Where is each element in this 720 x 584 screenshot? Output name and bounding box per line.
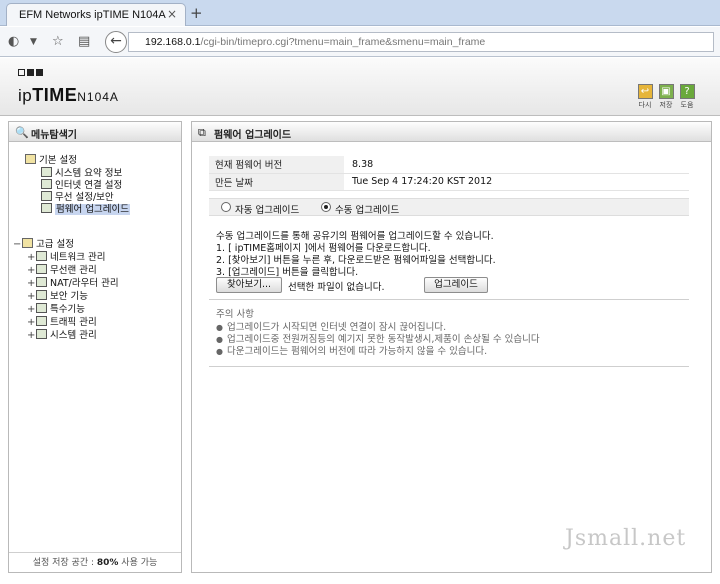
page-icon [36, 251, 47, 261]
lock-icon [36, 290, 47, 300]
help-button[interactable]: ? 도움 [678, 84, 696, 110]
expand-icon[interactable]: + [27, 317, 36, 329]
browser-tab[interactable]: EFM Networks ipTIME N104A × [6, 3, 186, 26]
tree-basic-settings[interactable]: 기본 설정 [25, 154, 77, 166]
folder-icon [25, 154, 36, 164]
url-text: 192.168.0.1/cgi-bin/timepro.cgi?tmenu=ma… [145, 36, 486, 48]
page-icon [41, 179, 52, 189]
page-icon [36, 264, 47, 274]
table-row: 만든 날짜 Tue Sep 4 17:24:20 KST 2012 [209, 173, 689, 191]
note-item: ● 다운그레이드는 펌웨어의 버전에 따라 가능하지 않을 수 있습니다. [216, 346, 488, 357]
chart-icon [36, 329, 47, 339]
notes-title: 주의 사항 [216, 309, 254, 320]
tree-item-traffic[interactable]: + 트래픽 관리 [27, 316, 97, 328]
current-version-value: 8.38 [344, 156, 689, 174]
divider [209, 366, 689, 367]
tree-item-system[interactable]: + 시스템 관리 [27, 329, 97, 341]
dropdown-chevron-icon[interactable]: ▼ [30, 37, 37, 47]
browser-toolbar: ◐ ▼ ☆ ▤ ← 192.168.0.1/cgi-bin/timepro.cg… [0, 27, 720, 57]
firmware-panel-header: ⧉ 펌웨어 업그레이드 [192, 122, 711, 142]
upgrade-mode-bar: 자동 업그레이드 수동 업그레이드 [209, 198, 689, 216]
divider [209, 299, 689, 300]
save-icon: ▣ [658, 84, 674, 99]
menu-explorer-header: 🔍 메뉴탐색기 [9, 122, 181, 142]
expand-icon[interactable]: + [27, 304, 36, 316]
tree-advanced-settings[interactable]: − 고급 설정 [13, 238, 74, 250]
refresh-button[interactable]: ↩ 다시 [636, 84, 654, 110]
watermark: Jsmall.net [565, 526, 687, 551]
page-title: 펌웨어 업그레이드 [214, 130, 292, 141]
back-button[interactable]: ← [105, 31, 127, 53]
new-tab-button[interactable]: + [190, 4, 203, 22]
auto-upgrade-label[interactable]: 자동 업그레이드 [235, 202, 299, 216]
tree-item-special[interactable]: + 특수기능 [27, 303, 85, 315]
expand-icon[interactable]: + [27, 252, 36, 264]
bookmark-star-icon[interactable]: ☆ [52, 34, 64, 49]
upgrade-button[interactable]: 업그레이드 [424, 277, 488, 293]
router-header: ipTIMEN104A ↩ 다시 ▣ 저장 ? 도움 [0, 58, 720, 116]
expand-icon[interactable]: + [27, 265, 36, 277]
auto-upgrade-radio[interactable] [221, 202, 231, 212]
browser-tab-bar: EFM Networks ipTIME N104A × + [0, 0, 720, 26]
firmware-info-table: 현재 펌웨어 버전 8.38 만든 날짜 Tue Sep 4 17:24:20 … [209, 156, 689, 191]
expand-icon[interactable]: + [27, 291, 36, 303]
build-date-value: Tue Sep 4 17:24:20 KST 2012 [344, 173, 689, 191]
page-icon [36, 303, 47, 313]
collapse-icon[interactable]: − [13, 239, 22, 251]
table-row: 현재 펌웨어 버전 8.38 [209, 156, 689, 174]
tree-item-wlan[interactable]: + 무선랜 관리 [27, 264, 97, 276]
tree-item-nat-router[interactable]: + NAT/라우터 관리 [27, 277, 119, 289]
tree-item-internet-setup[interactable]: 인터넷 연결 설정 [41, 179, 122, 191]
tree-item-security[interactable]: + 보안 기능 [27, 290, 88, 302]
iptime-logo: ipTIMEN104A [18, 85, 119, 105]
folder-icon [22, 238, 33, 248]
tree-item-wireless-security[interactable]: 무선 설정/보안 [41, 191, 114, 203]
menu-explorer-title: 메뉴탐색기 [31, 130, 77, 141]
tab-title: EFM Networks ipTIME N104A [19, 9, 166, 21]
expand-icon[interactable]: + [27, 278, 36, 290]
tree-item-system-summary[interactable]: 시스템 요약 정보 [41, 167, 122, 179]
page-info-icon[interactable]: ◐ [8, 34, 19, 49]
save-button[interactable]: ▣ 저장 [657, 84, 675, 110]
page-icon [41, 167, 52, 177]
page-icon [36, 277, 47, 287]
tree-item-firmware-upgrade[interactable]: 펌웨어 업그레이드 [41, 203, 130, 215]
page-icon [41, 203, 52, 213]
manual-upgrade-radio[interactable] [321, 202, 331, 212]
no-file-text: 선택한 파일이 없습니다. [288, 282, 385, 293]
chart-icon [36, 316, 47, 326]
manual-upgrade-label[interactable]: 수동 업그레이드 [335, 202, 399, 216]
address-bar[interactable]: 192.168.0.1/cgi-bin/timepro.cgi?tmenu=ma… [128, 32, 714, 52]
instruction-line: 3. [업그레이드] 버튼을 클릭합니다. [216, 267, 359, 278]
reading-list-icon[interactable]: ▤ [78, 34, 90, 49]
window-icon: ⧉ [198, 126, 206, 139]
logo-squares-icon [18, 68, 45, 79]
storage-status: 설정 저장 공간 : 80% 사용 가능 [9, 552, 181, 572]
browse-button[interactable]: 찾아보기... [216, 277, 282, 293]
firmware-upgrade-panel: ⧉ 펌웨어 업그레이드 현재 펌웨어 버전 8.38 만든 날짜 Tue Sep… [191, 121, 712, 573]
search-icon: 🔍 [15, 126, 29, 139]
refresh-icon: ↩ [637, 84, 653, 99]
page-icon [41, 191, 52, 201]
close-tab-icon[interactable]: × [167, 7, 177, 21]
menu-explorer-panel: 🔍 메뉴탐색기 기본 설정 시스템 요약 정보 인터넷 연결 설정 무선 설정/… [8, 121, 182, 573]
tree-item-network[interactable]: + 네트워크 관리 [27, 251, 105, 263]
help-icon: ? [679, 84, 695, 99]
expand-icon[interactable]: + [27, 330, 36, 342]
